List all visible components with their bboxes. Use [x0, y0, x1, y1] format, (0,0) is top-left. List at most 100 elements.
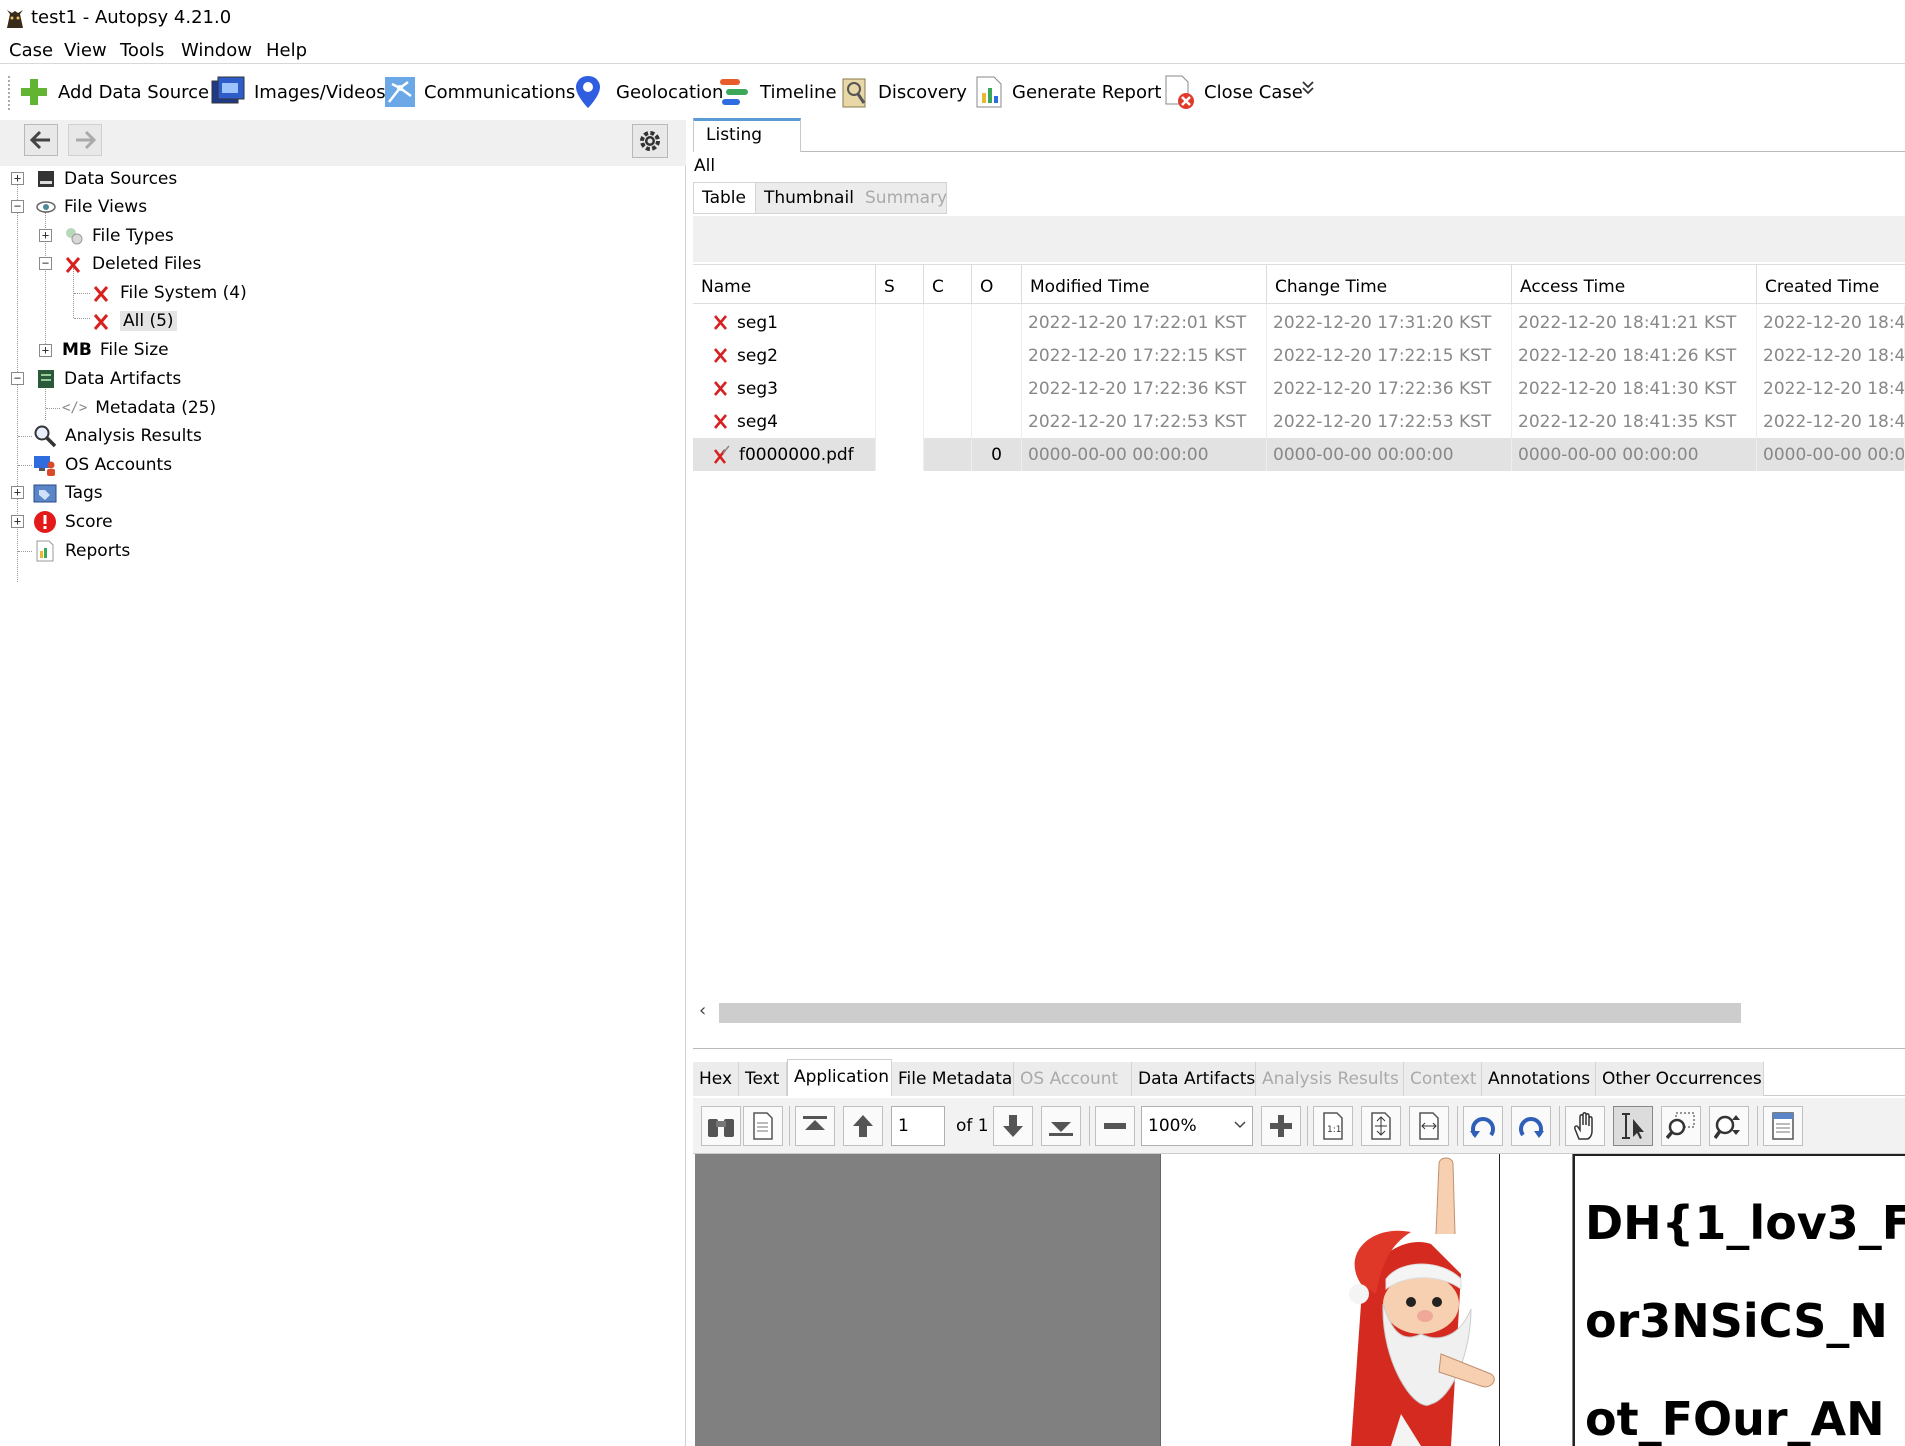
pdf-fit-width-button[interactable]: [1409, 1106, 1449, 1146]
tab-context[interactable]: Context: [1404, 1062, 1482, 1096]
pdf-viewer-toolbar: 1 of 1 100% 1:1: [693, 1098, 1905, 1154]
pdf-zoom-out-button[interactable]: [1095, 1106, 1135, 1146]
pdf-zoom-select[interactable]: 100%: [1141, 1106, 1253, 1146]
pdf-zoom-in-button[interactable]: [1261, 1106, 1301, 1146]
tree-item-data-artifacts[interactable]: Data Artifacts: [36, 366, 181, 392]
tab-annotations[interactable]: Annotations: [1482, 1062, 1596, 1096]
table-row[interactable]: seg1 2022-12-20 17:22:01 KST 2022-12-20 …: [693, 306, 1905, 339]
cell-score: [876, 306, 924, 339]
menu-view[interactable]: View: [64, 40, 107, 61]
toolbar-grip[interactable]: [8, 76, 11, 110]
geolocation-button[interactable]: Geolocation: [574, 72, 723, 112]
tab-analysis-results[interactable]: Analysis Results: [1256, 1062, 1404, 1096]
collapse-deleted-files[interactable]: −: [39, 257, 52, 270]
forward-button[interactable]: [68, 124, 102, 156]
pdf-rotate-right-button[interactable]: [1511, 1106, 1551, 1146]
cell-modified-time: 2022-12-20 17:22:15 KST: [1022, 339, 1267, 372]
column-header-comment[interactable]: C: [924, 265, 972, 305]
tab-thumbnail[interactable]: Thumbnail: [756, 183, 862, 213]
column-header-change-time[interactable]: Change Time: [1267, 265, 1512, 305]
column-header-modified-time[interactable]: Modified Time: [1022, 265, 1267, 305]
pdf-first-page-button[interactable]: [795, 1106, 835, 1146]
toolbar-overflow-chevron-icon[interactable]: [1301, 80, 1315, 96]
menu-window[interactable]: Window: [181, 40, 252, 61]
pdf-fit-page-button[interactable]: [1361, 1106, 1401, 1146]
tree-item-file-types[interactable]: File Types: [64, 223, 174, 249]
column-header-score[interactable]: S: [876, 265, 924, 305]
tree-item-file-views[interactable]: File Views: [36, 194, 147, 220]
table-horizontal-scrollbar[interactable]: ‹: [693, 1000, 1905, 1024]
pdf-text-block[interactable]: DH{1_lov3_F or3NSiCS_N ot_FOur_AN: [1573, 1154, 1905, 1446]
pane-divider[interactable]: [693, 1048, 1905, 1049]
cell-name-text: seg1: [737, 313, 778, 333]
pdf-page-input[interactable]: 1: [891, 1106, 945, 1146]
discovery-label: Discovery: [878, 81, 967, 103]
add-data-source-button[interactable]: Add Data Source: [18, 72, 209, 112]
pdf-marquee-zoom-button[interactable]: [1661, 1106, 1701, 1146]
pdf-next-page-button[interactable]: [993, 1106, 1033, 1146]
tab-application[interactable]: Application: [787, 1059, 892, 1096]
table-row[interactable]: seg4 2022-12-20 17:22:53 KST 2022-12-20 …: [693, 405, 1905, 438]
collapse-file-views[interactable]: −: [11, 200, 24, 213]
back-button[interactable]: [24, 124, 58, 156]
tree-item-data-sources[interactable]: Data Sources: [36, 166, 177, 192]
tree-item-analysis-results[interactable]: Analysis Results: [33, 423, 202, 449]
tree-item-deleted-files[interactable]: Deleted Files: [64, 251, 201, 277]
tab-table[interactable]: Table: [694, 183, 756, 213]
menu-help[interactable]: Help: [266, 40, 307, 61]
images-videos-button[interactable]: Images/Videos: [210, 72, 386, 112]
pdf-dynamic-zoom-button[interactable]: [1709, 1106, 1749, 1146]
column-header-name[interactable]: Name: [693, 265, 876, 305]
timeline-button[interactable]: Timeline: [718, 72, 837, 112]
tree-item-reports[interactable]: Reports: [33, 538, 130, 564]
menu-tools[interactable]: Tools: [120, 40, 164, 61]
column-header-created-time[interactable]: Created Time: [1757, 265, 1905, 305]
tree-item-metadata[interactable]: </> Metadata (25): [62, 395, 216, 421]
pdf-page[interactable]: [1160, 1154, 1572, 1446]
expand-file-types[interactable]: +: [39, 229, 52, 242]
tab-data-artifacts[interactable]: Data Artifacts: [1132, 1062, 1256, 1096]
tree-item-all[interactable]: All (5): [92, 308, 177, 334]
expand-tags[interactable]: +: [11, 486, 24, 499]
pdf-text-select-button[interactable]: [1613, 1106, 1653, 1146]
pdf-rotate-left-button[interactable]: [1463, 1106, 1503, 1146]
pdf-previous-page-button[interactable]: [843, 1106, 883, 1146]
expand-file-size[interactable]: +: [39, 344, 52, 357]
expand-score[interactable]: +: [11, 515, 24, 528]
pdf-search-button[interactable]: [701, 1106, 741, 1146]
tab-summary[interactable]: Summary: [857, 183, 955, 213]
tree-item-os-accounts[interactable]: OS Accounts: [33, 452, 172, 478]
tab-file-metadata[interactable]: File Metadata: [892, 1062, 1014, 1096]
column-header-access-time[interactable]: Access Time: [1512, 265, 1757, 305]
pdf-pan-tool-button[interactable]: [1565, 1106, 1605, 1146]
tree-item-file-size[interactable]: MB File Size: [62, 337, 169, 363]
tab-text[interactable]: Text: [739, 1062, 787, 1096]
generate-report-button[interactable]: Generate Report: [974, 72, 1161, 112]
collapse-data-artifacts[interactable]: −: [11, 372, 24, 385]
tab-other-occurrences[interactable]: Other Occurrences: [1596, 1062, 1764, 1096]
cell-change-time: 2022-12-20 17:31:20 KST: [1267, 306, 1512, 339]
tab-listing[interactable]: Listing: [693, 118, 801, 152]
tab-os-account[interactable]: OS Account: [1014, 1062, 1132, 1096]
tree-item-file-system[interactable]: File System (4): [92, 280, 247, 306]
tree-item-score[interactable]: Score: [33, 509, 113, 535]
pdf-last-page-button[interactable]: [1041, 1106, 1081, 1146]
scrollbar-thumb[interactable]: [719, 1003, 1741, 1023]
communications-button[interactable]: Communications: [384, 72, 575, 112]
tree-item-tags[interactable]: Tags: [33, 480, 103, 506]
cell-comment: [924, 306, 972, 339]
discovery-button[interactable]: Discovery: [840, 72, 967, 112]
expand-data-sources[interactable]: +: [11, 172, 24, 185]
table-row-selected[interactable]: f0000000.pdf 0 0000-00-00 00:00:00 0000-…: [693, 438, 1905, 471]
close-case-button[interactable]: Close Case: [1162, 72, 1303, 112]
menu-case[interactable]: Case: [9, 40, 53, 61]
pdf-page-view-button[interactable]: [1763, 1106, 1803, 1146]
scroll-left-arrow-icon[interactable]: ‹: [699, 1000, 706, 1021]
pdf-thumbnails-button[interactable]: [743, 1106, 783, 1146]
tab-hex[interactable]: Hex: [693, 1062, 739, 1096]
column-header-occurrences[interactable]: O: [972, 265, 1022, 305]
table-row[interactable]: seg3 2022-12-20 17:22:36 KST 2022-12-20 …: [693, 372, 1905, 405]
table-row[interactable]: seg2 2022-12-20 17:22:15 KST 2022-12-20 …: [693, 339, 1905, 372]
tree-settings-button[interactable]: [632, 124, 668, 158]
pdf-actual-size-button[interactable]: 1:1: [1313, 1106, 1353, 1146]
